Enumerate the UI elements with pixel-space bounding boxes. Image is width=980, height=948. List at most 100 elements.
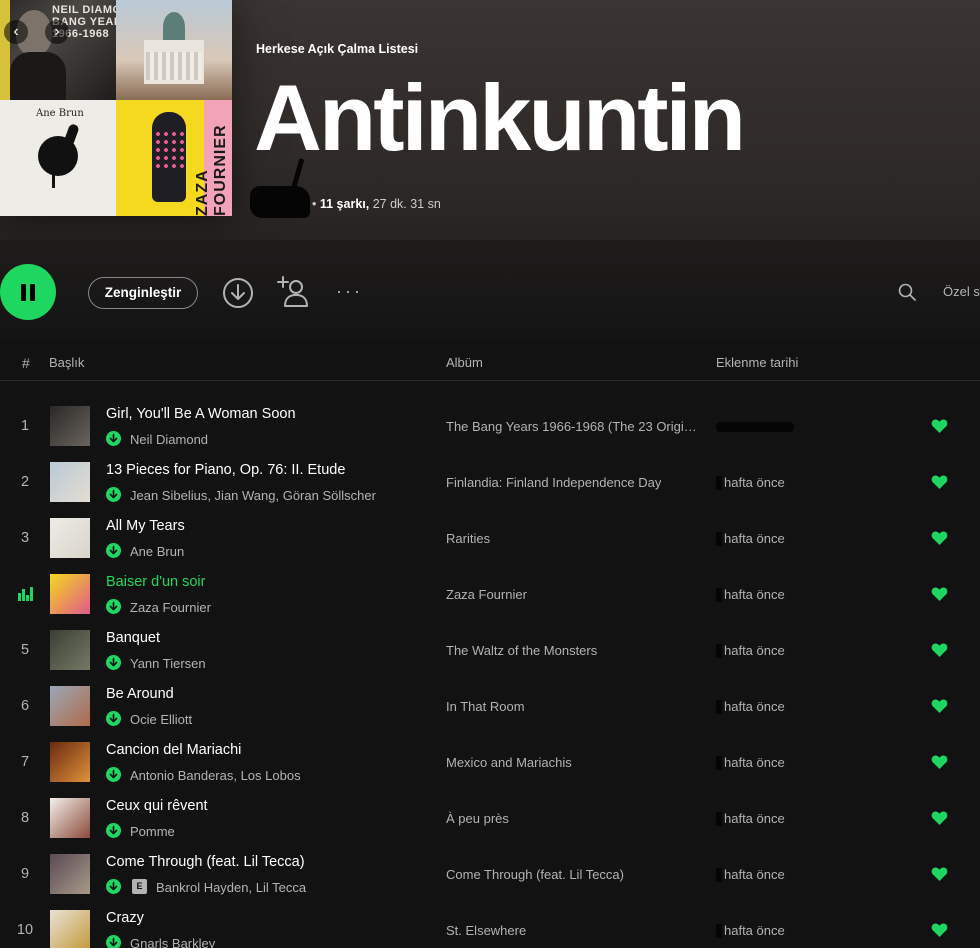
playlist-header: NEIL DIAMOND BANG YEARS 1966-1968 Ane Br…	[0, 0, 980, 240]
track-number: 8	[20, 810, 30, 826]
pause-button[interactable]	[0, 264, 56, 320]
liked-heart-icon[interactable]	[931, 418, 948, 434]
track-number: 1	[20, 418, 30, 434]
column-date-added[interactable]: Eklenme tarihi	[716, 355, 798, 370]
track-artist[interactable]: Gnarls Barkley	[130, 936, 215, 948]
track-album[interactable]: Mexico and Mariachis	[446, 755, 572, 770]
enrich-button[interactable]: Zenginleştir	[88, 277, 198, 309]
track-artist[interactable]: Zaza Fournier	[130, 600, 211, 615]
track-title[interactable]: Come Through (feat. Lil Tecca)	[106, 854, 305, 870]
track-artist[interactable]: Neil Diamond	[130, 432, 208, 447]
owner-avatar-redacted[interactable]	[250, 186, 310, 218]
track-title[interactable]: Baiser d'un soir	[106, 574, 205, 590]
track-row[interactable]: 5 Banquet Yann Tiersen The Waltz of the Mon…	[0, 622, 980, 678]
liked-heart-icon[interactable]	[931, 586, 948, 602]
track-title[interactable]: All My Tears	[106, 518, 185, 534]
pause-icon-bar	[21, 284, 26, 301]
download-icon[interactable]	[222, 277, 254, 309]
track-row[interactable]: 9 Come Through (feat. Lil Tecca) E Bankrol …	[0, 846, 980, 902]
playlist-title[interactable]: Antinkuntin	[254, 68, 746, 168]
track-artist[interactable]: Antonio Banderas, Los Lobos	[130, 768, 301, 783]
track-row[interactable]: 8 Ceux qui rêvent Pomme À peu près hafta önc…	[0, 790, 980, 846]
date-redaction	[716, 532, 722, 546]
track-album[interactable]: St. Elsewhere	[446, 923, 526, 938]
track-row[interactable]: 2 13 Pieces for Piano, Op. 76: II. Etude J…	[0, 454, 980, 510]
track-album[interactable]: The Bang Years 1966-1968 (The 23 Origina…	[446, 419, 701, 434]
nav-forward-button[interactable]: ›	[45, 20, 69, 44]
track-date-added: hafta önce	[724, 867, 785, 882]
liked-heart-icon[interactable]	[931, 642, 948, 658]
downloaded-icon	[106, 543, 121, 558]
track-artist[interactable]: Ocie Elliott	[130, 712, 192, 727]
cover-tile-zaza: ZAZA FOURNIER	[116, 100, 232, 216]
track-title[interactable]: Cancion del Mariachi	[106, 742, 241, 758]
sort-dropdown[interactable]: Özel s	[943, 284, 980, 299]
track-title[interactable]: Banquet	[106, 630, 160, 646]
more-options-icon[interactable]: ···	[336, 281, 363, 301]
liked-heart-icon[interactable]	[931, 810, 948, 826]
track-row[interactable]: 3 All My Tears Ane Brun Rarities hafta önce	[0, 510, 980, 566]
track-number: 6	[20, 698, 30, 714]
search-icon[interactable]	[897, 282, 917, 302]
date-redaction	[716, 812, 722, 826]
track-row[interactable]: 1 Girl, You'll Be A Woman Soon Neil Diamon…	[0, 398, 980, 454]
track-number: 10	[16, 922, 34, 938]
track-number: 3	[20, 530, 30, 546]
track-date-added: hafta önce	[724, 475, 785, 490]
track-album[interactable]: À peu près	[446, 811, 509, 826]
track-date-added: hafta önce	[724, 643, 785, 658]
track-artist[interactable]: Bankrol Hayden, Lil Tecca	[156, 880, 306, 895]
track-title[interactable]: Be Around	[106, 686, 174, 702]
liked-heart-icon[interactable]	[931, 474, 948, 490]
track-album[interactable]: Come Through (feat. Lil Tecca)	[446, 867, 624, 882]
cover-bird	[38, 136, 78, 176]
track-album[interactable]: Zaza Fournier	[446, 587, 527, 602]
track-artist[interactable]: Yann Tiersen	[130, 656, 206, 671]
album-art-thumbnail	[50, 798, 90, 838]
playlist-duration: 27 dk. 31 sn	[372, 197, 441, 211]
track-album[interactable]: Finlandia: Finland Independence Day	[446, 475, 661, 490]
track-album[interactable]: Rarities	[446, 531, 490, 546]
equalizer-bar	[18, 593, 21, 601]
column-number: #	[22, 355, 30, 371]
liked-heart-icon[interactable]	[931, 698, 948, 714]
cover-bird-leg	[52, 174, 55, 188]
song-count: 11 şarkı,	[319, 197, 370, 211]
liked-heart-icon[interactable]	[931, 866, 948, 882]
track-artist[interactable]: Jean Sibelius, Jian Wang, Göran Söllsche…	[130, 488, 376, 503]
track-row[interactable]: Baiser d'un soir Zaza Fournier Zaza Fourni…	[0, 566, 980, 622]
playlist-meta: • 11 şarkı, 27 dk. 31 sn	[312, 197, 441, 211]
downloaded-icon	[106, 711, 121, 726]
track-row[interactable]: 10 Crazy Gnarls Barkley St. Elsewhere hafta …	[0, 902, 980, 948]
track-album[interactable]: The Waltz of the Monsters	[446, 643, 597, 658]
track-title[interactable]: Ceux qui rêvent	[106, 798, 208, 814]
track-artist[interactable]: Pomme	[130, 824, 175, 839]
liked-heart-icon[interactable]	[931, 922, 948, 938]
equalizer-bar	[26, 595, 29, 601]
cover-dots	[154, 130, 184, 170]
downloaded-icon	[106, 599, 121, 614]
track-title[interactable]: Crazy	[106, 910, 144, 926]
album-art-thumbnail	[50, 518, 90, 558]
album-art-thumbnail	[50, 406, 90, 446]
downloaded-icon	[106, 431, 121, 446]
track-date-added: hafta önce	[724, 755, 785, 770]
nav-back-button[interactable]: ‹	[4, 20, 28, 44]
liked-heart-icon[interactable]	[931, 754, 948, 770]
playlist-cover[interactable]: NEIL DIAMOND BANG YEARS 1966-1968 Ane Br…	[0, 0, 232, 216]
add-user-icon[interactable]	[276, 274, 312, 310]
liked-heart-icon[interactable]	[931, 530, 948, 546]
column-album[interactable]: Albüm	[446, 355, 483, 370]
album-art-thumbnail	[50, 686, 90, 726]
album-art-thumbnail	[50, 742, 90, 782]
album-art-thumbnail	[50, 574, 90, 614]
track-album[interactable]: In That Room	[446, 699, 525, 714]
track-artist[interactable]: Ane Brun	[130, 544, 184, 559]
track-title[interactable]: Girl, You'll Be A Woman Soon	[106, 406, 296, 422]
cover-stripe	[0, 0, 10, 100]
track-title[interactable]: 13 Pieces for Piano, Op. 76: II. Etude	[106, 462, 345, 478]
album-art-thumbnail	[50, 462, 90, 502]
track-row[interactable]: 7 Cancion del Mariachi Antonio Banderas, L…	[0, 734, 980, 790]
track-row[interactable]: 6 Be Around Ocie Elliott In That Room hafta …	[0, 678, 980, 734]
column-title[interactable]: Başlık	[49, 355, 84, 370]
